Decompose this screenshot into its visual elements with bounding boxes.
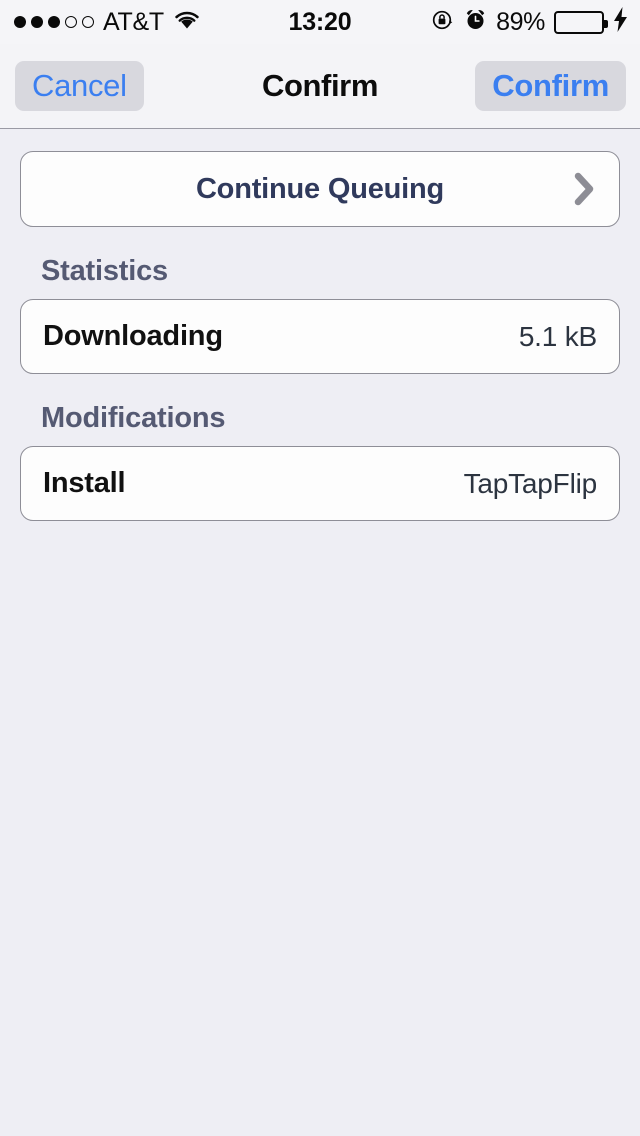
rotation-lock-icon	[431, 8, 455, 37]
status-bar: AT&T 13:20 89%	[0, 0, 640, 44]
section-modifications: Modifications Install TapTapFlip	[20, 402, 620, 521]
main-content: Continue Queuing Statistics Downloading …	[0, 129, 640, 521]
battery-icon	[554, 10, 608, 34]
downloading-row[interactable]: Downloading 5.1 kB	[20, 299, 620, 374]
section-header-modifications: Modifications	[41, 402, 226, 434]
confirm-button[interactable]: Confirm	[475, 60, 626, 112]
continue-queuing-row[interactable]: Continue Queuing	[20, 151, 620, 227]
battery-percent-label: 89%	[496, 7, 545, 36]
status-bar-right: 89%	[431, 7, 628, 37]
install-value: TapTapFlip	[463, 467, 598, 499]
install-row[interactable]: Install TapTapFlip	[20, 446, 620, 521]
alarm-clock-icon	[464, 8, 487, 36]
lightning-bolt-icon	[613, 7, 628, 37]
chevron-right-icon	[573, 171, 597, 207]
continue-queuing-label: Continue Queuing	[195, 172, 445, 205]
section-header-statistics: Statistics	[41, 255, 168, 287]
downloading-label: Downloading	[43, 320, 223, 352]
navigation-bar: Cancel Confirm Confirm	[0, 44, 640, 129]
install-label: Install	[43, 467, 126, 499]
downloading-value: 5.1 kB	[518, 320, 597, 352]
section-statistics: Statistics Downloading 5.1 kB	[20, 255, 620, 374]
